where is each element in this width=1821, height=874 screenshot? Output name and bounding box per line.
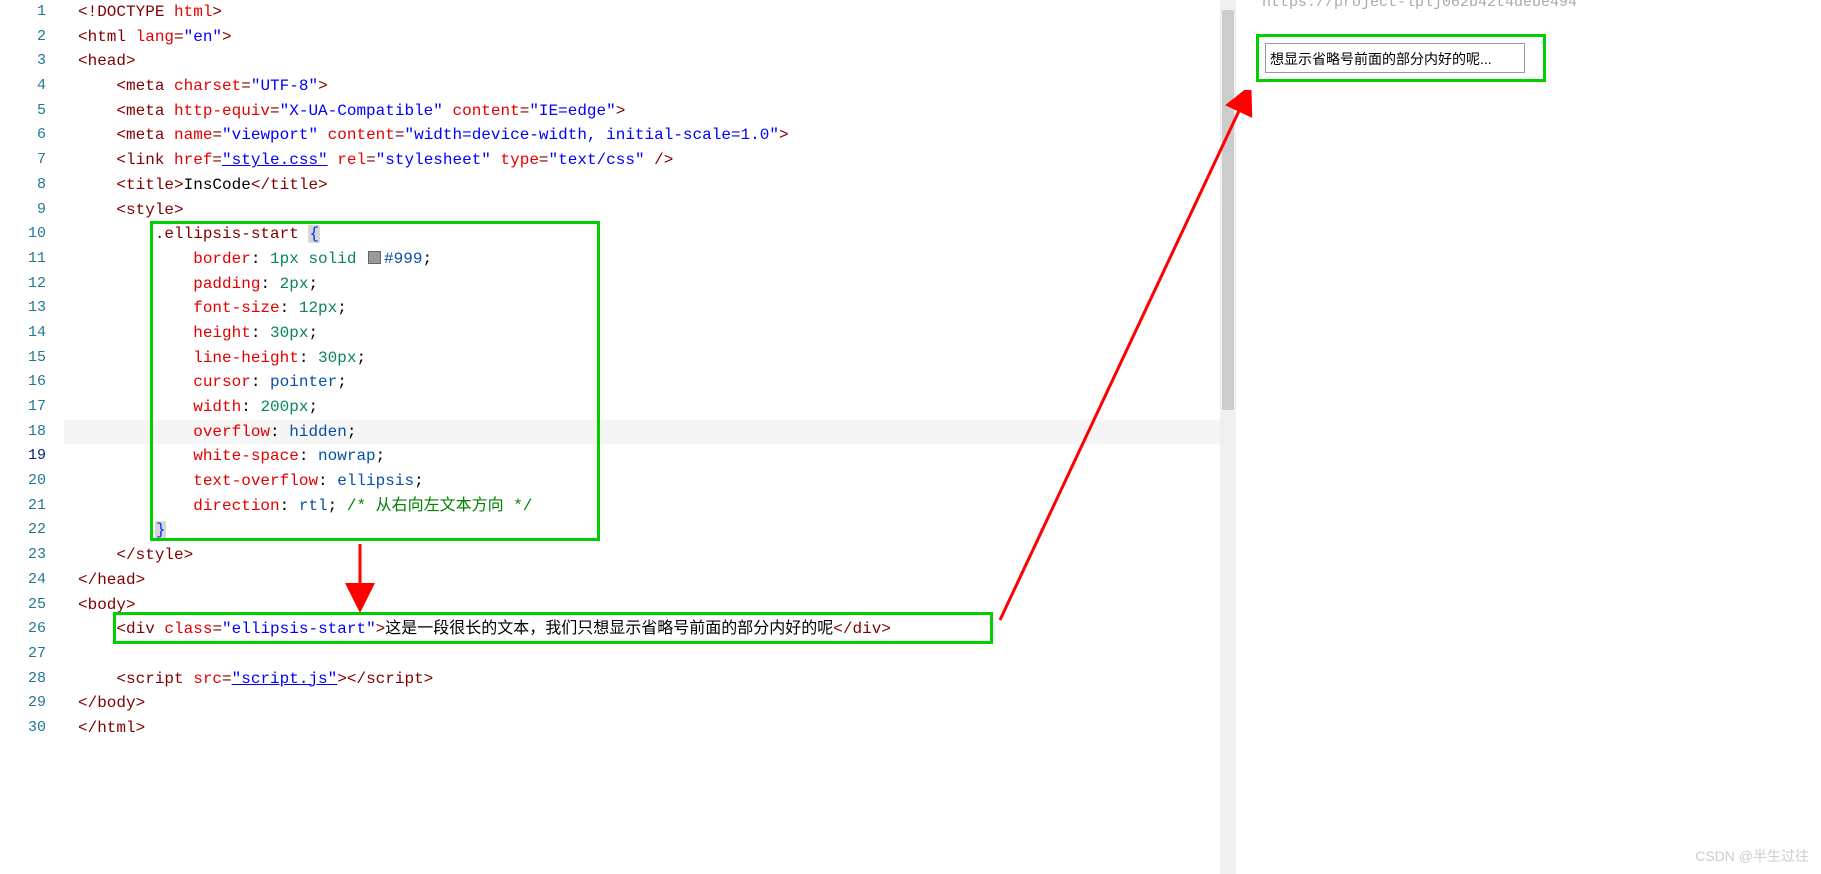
code-line: <div class="ellipsis-start">这是一段很长的文本，我们… [64,617,1220,642]
code-line: <style> [64,198,1220,223]
preview-highlight-box: ...想显示省略号前面的部分内好的呢 [1256,34,1546,82]
code-line: </body> [64,691,1220,716]
code-line: <title>InsCode</title> [64,173,1220,198]
code-line: </head> [64,568,1220,593]
code-line: <body> [64,593,1220,618]
code-line: <script src="script.js"></script> [64,667,1220,692]
editor-scrollbar[interactable] [1220,0,1236,874]
code-line [64,642,1220,667]
code-line: <link href="style.css" rel="stylesheet" … [64,148,1220,173]
code-line: <html lang="en"> [64,25,1220,50]
watermark-text: CSDN @半生过往 [1695,846,1809,866]
color-swatch-icon [368,251,381,264]
code-line: direction: rtl; /* 从右向左文本方向 */ [64,494,1220,519]
code-line: font-size: 12px; [64,296,1220,321]
code-line: padding: 2px; [64,272,1220,297]
code-area[interactable]: <!DOCTYPE html> <html lang="en"> <head> … [64,0,1220,874]
line-number-gutter: 1 2 3 4 5 6 7 8 9 10 11 12 13 14 15 16 1… [0,0,64,874]
code-line: <meta charset="UTF-8"> [64,74,1220,99]
code-line: <head> [64,49,1220,74]
code-line: height: 30px; [64,321,1220,346]
code-line: </style> [64,543,1220,568]
code-line: <meta name="viewport" content="width=dev… [64,123,1220,148]
code-line: width: 200px; [64,395,1220,420]
code-line: text-overflow: ellipsis; [64,469,1220,494]
code-line-current: overflow: hidden; [64,420,1220,445]
code-line: <!DOCTYPE html> [64,0,1220,25]
code-line: <meta http-equiv="X-UA-Compatible" conte… [64,99,1220,124]
scrollbar-thumb[interactable] [1222,10,1234,410]
code-line: white-space: nowrap; [64,444,1220,469]
code-line: } [64,518,1220,543]
code-line: </html> [64,716,1220,741]
preview-url: https://project-lplj062b42t4debe494 [1262,0,1577,11]
code-line: line-height: 30px; [64,346,1220,371]
code-line: cursor: pointer; [64,370,1220,395]
code-line: border: 1px solid #999; [64,247,1220,272]
ellipsis-demo-output: ...想显示省略号前面的部分内好的呢 [1265,43,1525,73]
code-editor[interactable]: 1 2 3 4 5 6 7 8 9 10 11 12 13 14 15 16 1… [0,0,1220,874]
code-line: .ellipsis-start { [64,222,1220,247]
